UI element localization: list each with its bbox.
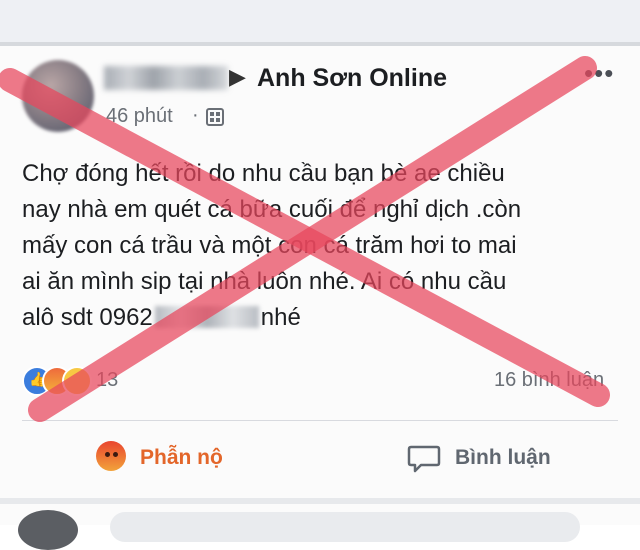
comment-bubble [110, 512, 580, 542]
more-icon[interactable]: ••• [584, 58, 614, 89]
bottom-separator [0, 498, 640, 504]
group-name-link[interactable]: Anh Sơn Online [257, 64, 447, 93]
post-text-line: nay nhà em quét cá bữa cuối để nghỉ dịch… [22, 196, 522, 223]
commenter-avatar [18, 510, 78, 550]
post-text-line: mấy con cá trầu và một con cá trăm hơi t… [22, 232, 517, 259]
phone-number-blurred [154, 306, 259, 328]
actions-divider [22, 420, 618, 421]
comments-count-link[interactable]: 16 bình luận [494, 369, 604, 392]
post-time[interactable]: 46 phút [106, 105, 173, 128]
react-button-label[interactable]: Phẫn nộ [140, 446, 223, 470]
post-text-line-last: alô sdt 0962 nhé [22, 300, 622, 336]
post-text-line: ai ăn mình sip tại nhà luôn nhé. Ai có n… [22, 268, 507, 295]
wow-icon [62, 366, 92, 396]
group-icon [206, 108, 224, 126]
author-avatar[interactable] [22, 60, 94, 132]
top-feed-area [0, 0, 640, 42]
angry-icon[interactable] [96, 441, 126, 471]
author-name-blurred[interactable] [104, 66, 228, 90]
phone-suffix: nhé [260, 304, 301, 331]
comment-button-label[interactable]: Bình luận [455, 446, 551, 470]
comment-icon[interactable] [407, 444, 441, 474]
phone-prefix: alô sdt 0962 [22, 304, 153, 331]
arrow-right-icon: ▶ [229, 64, 246, 89]
separator-dot: · [192, 104, 199, 126]
post-text: Chợ đóng hết rồi do nhu cầu bạn bè ae ch… [22, 156, 622, 336]
post-text-line: Chợ đóng hết rồi do nhu cầu bạn bè ae ch… [22, 160, 505, 187]
reaction-count[interactable]: 13 [96, 369, 118, 392]
